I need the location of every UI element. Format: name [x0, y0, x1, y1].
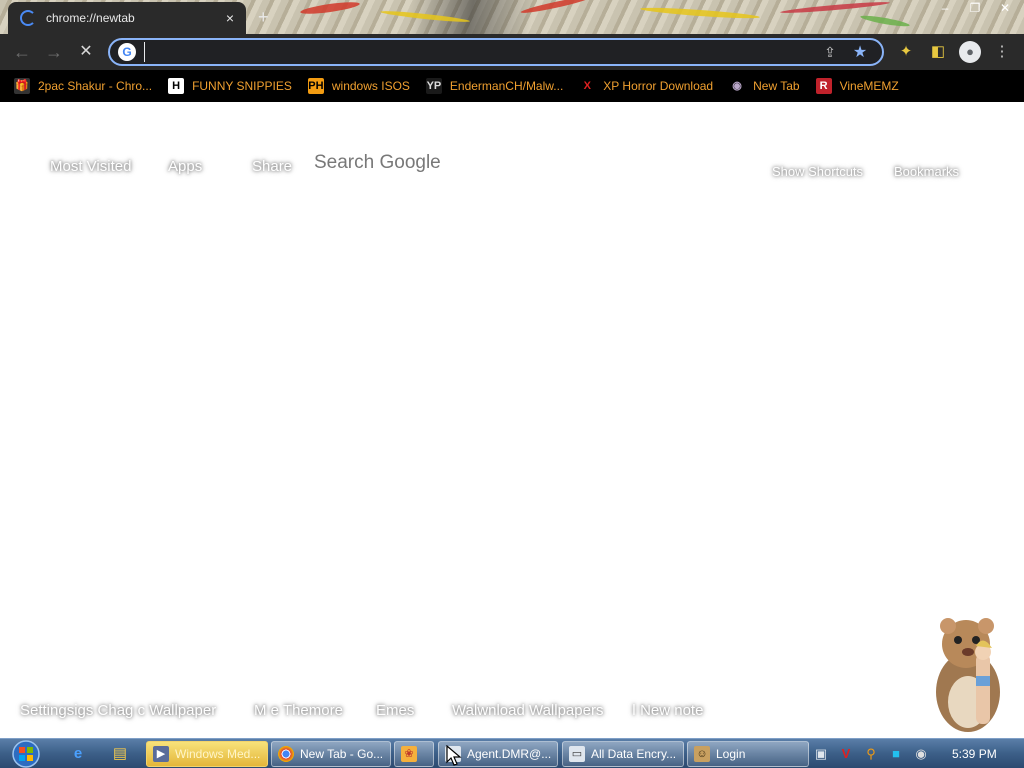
network-icon[interactable]: ▣ [812, 745, 830, 763]
bookmark-label: New Tab [753, 79, 800, 93]
tab-strip: chrome://newtab × + – ❐ ✕ [0, 0, 1024, 34]
search-google-box[interactable]: Search Google [314, 152, 441, 174]
bookmark-item[interactable]: YP EndermanCH/Malw... [425, 78, 564, 94]
task-all-data-encrypted[interactable]: ▭ All Data Encry... [562, 741, 684, 767]
wallpaper-splat [779, 0, 891, 15]
task-label: New Tab - Go... [300, 747, 384, 761]
media-record-icon[interactable]: ◉ [912, 745, 930, 763]
download-wallpapers-link[interactable]: Walwnload Wallpapers [452, 702, 603, 719]
yp-logo-icon: YP [425, 78, 442, 94]
bookmark-star-icon[interactable]: ★ [848, 42, 872, 62]
bookmark-item[interactable]: H FUNNY SNIPPIES [168, 78, 292, 94]
bookmark-label: 2pac Shakur - Chro... [38, 79, 153, 93]
share-icon[interactable]: ⇪ [818, 44, 842, 61]
profile-avatar-icon[interactable]: ● [959, 41, 981, 63]
task-app[interactable]: ❀ [394, 741, 434, 767]
more-themes-link[interactable]: M e Themore [254, 702, 343, 719]
window-controls: – ❐ ✕ [930, 0, 1020, 18]
task-label: Windows Med... [175, 747, 261, 761]
wallpaper-splat [639, 5, 761, 21]
games-link[interactable]: Emes [376, 702, 414, 719]
ph-logo-icon: PH [307, 78, 324, 94]
bookmark-item[interactable]: PH windows ISOS [307, 78, 410, 94]
address-bar[interactable]: G ⇪ ★ [108, 38, 884, 66]
back-arrow-icon[interactable]: ← [12, 42, 32, 62]
tab-newtab[interactable]: chrome://newtab × [8, 2, 246, 34]
task-windows-media[interactable]: ▶ Windows Med... [146, 741, 268, 767]
task-label: All Data Encry... [591, 747, 677, 761]
apps-link[interactable]: Apps [168, 158, 202, 175]
browser-toolbar: ← → ✕ G ⇪ ★ ✦ ◧ ● ⋮ [0, 34, 1024, 70]
new-note-link[interactable]: ǀ New note [632, 702, 703, 719]
extensions-puzzle-icon[interactable]: ✦ [895, 41, 917, 63]
bookmark-item[interactable]: X XP Horror Download [579, 78, 713, 94]
tab-title: chrome://newtab [46, 11, 135, 25]
hamster-mascot-image [936, 618, 1000, 732]
change-wallpaper-link[interactable]: Settingsigs Chag c Wallpaper [20, 702, 216, 719]
most-visited-link[interactable]: Most Visited [50, 158, 131, 175]
task-new-tab[interactable]: New Tab - Go... [271, 741, 391, 767]
stop-loading-icon[interactable]: ✕ [76, 42, 96, 62]
close-tab-icon[interactable]: × [222, 10, 238, 26]
h-logo-icon: H [168, 78, 185, 94]
task-login[interactable]: ☺ Login [687, 741, 809, 767]
bookmark-item[interactable]: ◉ New Tab [729, 78, 800, 94]
menu-kebab-icon[interactable]: ⋮ [991, 41, 1013, 63]
x-logo-icon: X [579, 78, 596, 94]
share-link[interactable]: Share [252, 158, 292, 175]
google-icon: G [118, 43, 136, 61]
wallpaper-splat [520, 0, 590, 16]
antivirus-v-icon[interactable]: V [837, 745, 855, 763]
minimize-icon[interactable]: – [930, 0, 960, 18]
media-player-icon: ▶ [153, 746, 169, 762]
task-label: Login [716, 747, 746, 761]
restore-icon[interactable]: ❐ [960, 0, 990, 18]
internet-explorer-icon[interactable]: e [68, 744, 88, 764]
mouse-cursor-icon [446, 745, 462, 766]
gift-icon: 🎁 [14, 78, 30, 94]
bookmark-label: windows ISOS [331, 79, 410, 93]
app-icon: ❀ [401, 746, 417, 762]
new-tab-button[interactable]: + [258, 7, 269, 28]
user-icon: ☺ [694, 746, 710, 762]
explorer-folder-icon[interactable]: ▤ [110, 744, 130, 764]
chrome-icon [278, 746, 294, 762]
display-icon[interactable]: ■ [887, 745, 905, 763]
globe-icon: ◉ [729, 78, 746, 94]
bookmark-label: FUNNY SNIPPIES [192, 79, 292, 93]
windows-taskbar: e ▤ ▶ Windows Med... New Tab - Go... ❀ ▫… [0, 738, 1024, 768]
address-input[interactable] [144, 42, 812, 62]
window-icon: ▭ [569, 746, 585, 762]
wallpaper-splat [379, 9, 471, 24]
loading-spinner-icon [20, 10, 36, 26]
bookmark-item[interactable]: R VineMEMZ [815, 78, 899, 94]
close-window-icon[interactable]: ✕ [990, 0, 1020, 18]
bookmark-label: XP Horror Download [603, 79, 714, 93]
wallpaper-splat [299, 0, 361, 17]
start-button-icon[interactable] [8, 739, 44, 768]
newtab-page: Most Visited Apps Share Search Google Sh… [0, 102, 1024, 738]
bookmark-item[interactable]: 🎁 2pac Shakur - Chro... [14, 78, 152, 94]
taskbar-clock[interactable]: 5:39 PM [952, 747, 997, 761]
task-label: Agent.DMR@... [467, 747, 552, 761]
bookmarks-bar: 🎁 2pac Shakur - Chro... H FUNNY SNIPPIES PH w… [0, 70, 1024, 102]
forward-arrow-icon[interactable]: → [44, 42, 64, 62]
bookmarks-link[interactable]: Bookmarks [894, 164, 959, 179]
search-magnifier-icon[interactable]: ⚲ [862, 745, 880, 763]
side-panel-icon[interactable]: ◧ [927, 41, 949, 63]
bookmark-label: VineMEMZ [839, 79, 899, 93]
show-shortcuts-link[interactable]: Show Shortcuts [772, 164, 863, 179]
r-logo-icon: R [815, 78, 832, 94]
bookmark-label: EndermanCH/Malw... [449, 79, 564, 93]
wallpaper-splat [859, 13, 911, 29]
